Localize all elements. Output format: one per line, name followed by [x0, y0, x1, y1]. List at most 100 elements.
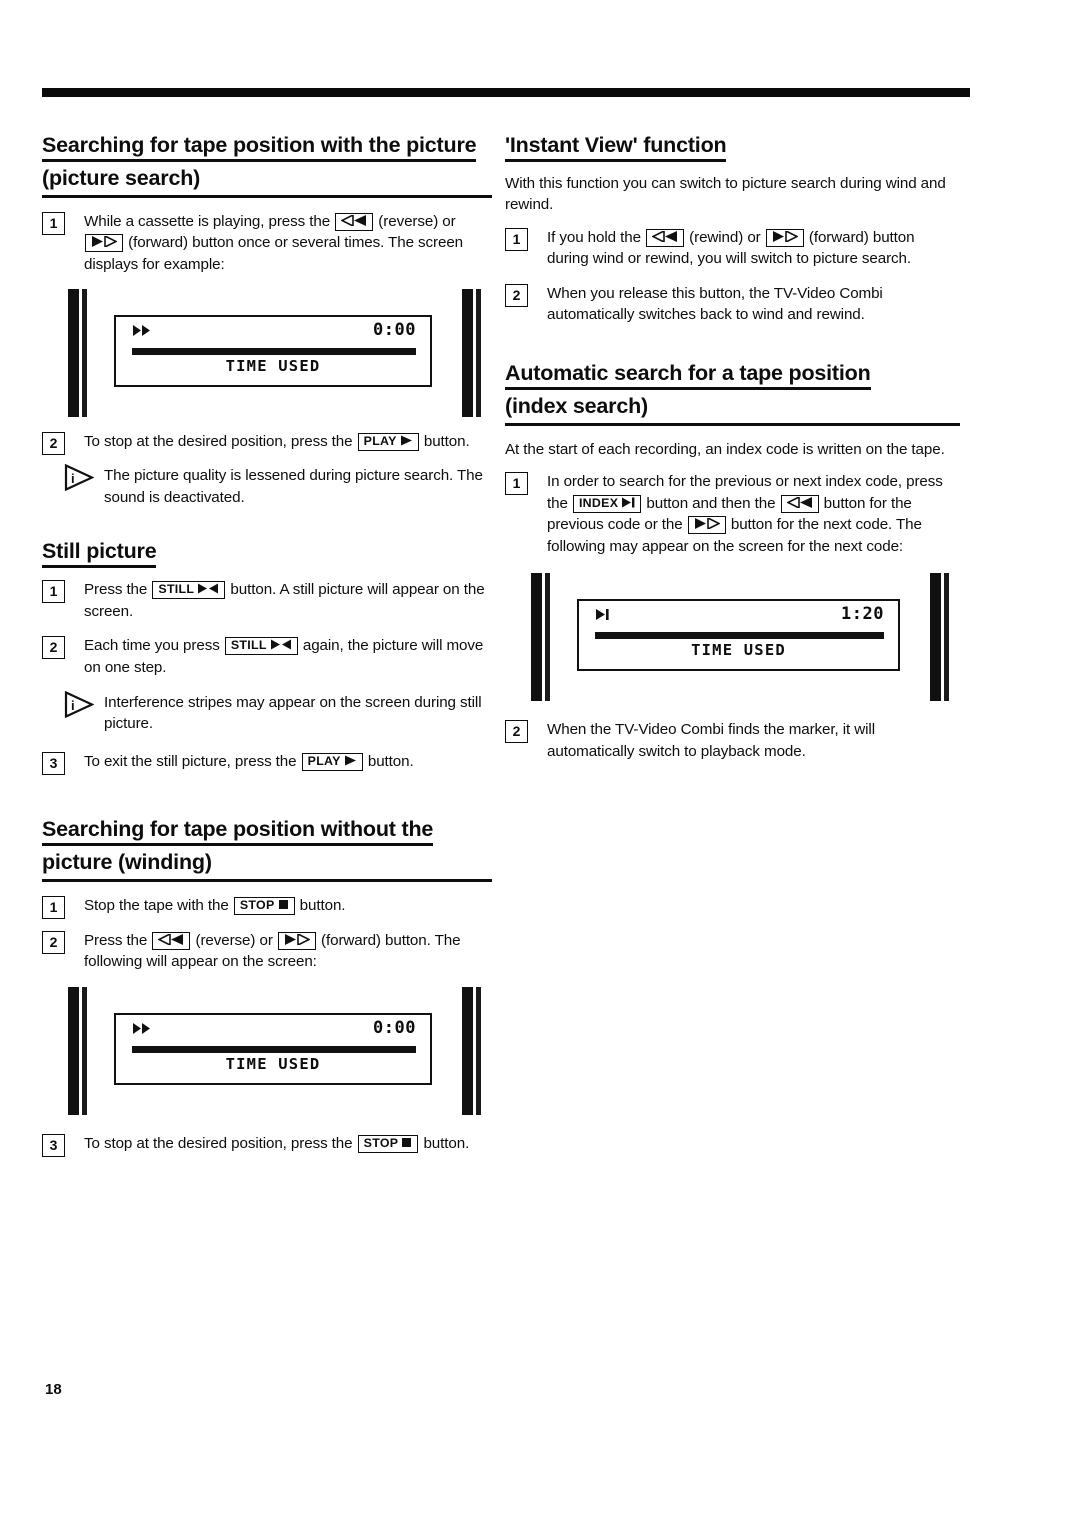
- step-text-fragment: (rewind) or: [685, 228, 765, 246]
- screen-edge-left: [68, 986, 90, 1115]
- step-item: 2 Press the (reverse) or (forward) butto…: [42, 930, 492, 973]
- key-label: PLAY: [307, 753, 341, 768]
- key-label: STOP: [239, 898, 275, 913]
- step-text: If you hold the (rewind) or (forward) bu…: [547, 227, 960, 270]
- step-text-fragment: (reverse) or: [374, 212, 456, 230]
- step-text-fragment: While a cassette is playing, press the: [84, 212, 335, 230]
- key-play[interactable]: PLAY: [357, 432, 419, 451]
- fast-forward-icon: [132, 324, 152, 342]
- svg-text:i: i: [71, 471, 75, 486]
- step-text-fragment: To exit the still picture, press the: [84, 752, 301, 770]
- heading-line-2: (picture search): [42, 165, 492, 198]
- step-text-fragment: To stop at the desired position, press t…: [84, 1134, 357, 1152]
- screen-edge-right: [930, 573, 952, 702]
- osd-display: 0:00 TIME USED: [114, 314, 432, 387]
- step-text-fragment: Press the: [84, 581, 152, 599]
- step-item: 2 When the TV-Video Combi finds the mark…: [505, 719, 960, 762]
- screen-edge-left: [68, 288, 90, 417]
- step-text: When you release this button, the TV-Vid…: [547, 284, 883, 324]
- key-play[interactable]: PLAY: [301, 752, 363, 771]
- osd-display: 1:20 TIME USED: [577, 599, 900, 672]
- key-label: INDEX: [578, 495, 619, 510]
- osd-progress-bar: [132, 1045, 416, 1053]
- step-number: 1: [42, 211, 65, 235]
- right-column: 'Instant View' function With this functi…: [505, 132, 960, 775]
- osd-progress-bar: [132, 347, 416, 355]
- step-item: 2 Each time you press STILL again, the p…: [42, 635, 492, 678]
- step-text-fragment: button.: [363, 752, 414, 770]
- heading-line-2: (index search): [505, 393, 960, 426]
- step-text-fragment: Each time you press: [84, 637, 224, 655]
- intro-paragraph: With this function you can switch to pic…: [505, 174, 946, 214]
- step-number: 3: [42, 1133, 65, 1157]
- key-forward[interactable]: [687, 516, 726, 535]
- step-text: Press the STILL button. A still picture …: [84, 579, 492, 622]
- play-to-marker-icon: [595, 608, 611, 626]
- key-index[interactable]: INDEX: [572, 494, 642, 513]
- step-text-fragment: (reverse) or: [191, 931, 277, 949]
- screen-edge-right: [462, 986, 484, 1115]
- key-label: PLAY: [363, 433, 397, 448]
- step-item: 1 In order to search for the previous or…: [505, 471, 960, 557]
- heading-still-picture: Still picture: [42, 538, 492, 569]
- key-forward[interactable]: [85, 234, 123, 253]
- key-forward[interactable]: [765, 228, 804, 247]
- step-item: 3 To stop at the desired position, press…: [42, 1133, 492, 1157]
- tv-screen-illustration-1: 0:00 TIME USED: [42, 288, 492, 421]
- tv-screen-illustration-3: 1:20 TIME USED: [505, 573, 960, 705]
- step-text-fragment: To stop at the desired position, press t…: [84, 432, 357, 450]
- key-still[interactable]: STILL: [152, 581, 226, 600]
- step-number: 3: [42, 751, 65, 775]
- key-label: STILL: [230, 638, 267, 653]
- osd-label: TIME USED: [225, 356, 321, 375]
- heading-index-search: Automatic search for a tape position (in…: [505, 360, 960, 426]
- step-number: 1: [505, 471, 528, 495]
- step-number: 1: [42, 580, 65, 604]
- key-stop[interactable]: STOP: [357, 1134, 419, 1153]
- intro-paragraph: At the start of each recording, an index…: [505, 440, 945, 458]
- step-text-fragment: button.: [419, 432, 470, 450]
- step-number: 1: [42, 896, 65, 920]
- step-item: 1 If you hold the (rewind) or (forward) …: [505, 227, 960, 270]
- fast-forward-icon: [132, 1022, 152, 1040]
- key-rewind[interactable]: [646, 228, 685, 247]
- key-reverse[interactable]: [152, 931, 191, 950]
- step-number: 2: [42, 431, 65, 455]
- step-text-fragment: Stop the tape with the: [84, 897, 233, 915]
- svg-text:i: i: [71, 698, 75, 713]
- header-divider: [42, 88, 970, 97]
- heading-line-1: 'Instant View' function: [505, 133, 727, 162]
- step-number: 2: [505, 720, 528, 744]
- osd-time: 1:20: [841, 604, 884, 625]
- osd-display: 0:00 TIME USED: [114, 1012, 432, 1085]
- tv-screen-illustration-2: 0:00 TIME USED: [42, 986, 492, 1119]
- step-text: Press the (reverse) or (forward) button.…: [84, 930, 492, 973]
- osd-label: TIME USED: [691, 641, 786, 660]
- screen-edge-left: [531, 573, 553, 702]
- step-text: When the TV-Video Combi finds the marker…: [547, 721, 875, 760]
- info-note: i Interference stripes may appear on the…: [42, 690, 492, 735]
- step-text-fragment: (forward) button once or several times. …: [84, 234, 464, 274]
- info-note-text: Interference stripes may appear on the s…: [104, 693, 482, 733]
- step-text: In order to search for the previous or n…: [547, 471, 960, 557]
- step-text: To stop at the desired position, press t…: [84, 1133, 492, 1155]
- step-number: 2: [42, 636, 65, 660]
- info-triangle-icon: i: [64, 463, 95, 492]
- key-reverse[interactable]: [780, 494, 819, 513]
- key-still[interactable]: STILL: [224, 637, 298, 656]
- heading-line-1: Automatic search for a tape position: [505, 360, 871, 390]
- page-number: 18: [45, 1381, 62, 1398]
- step-text: Each time you press STILL again, the pic…: [84, 635, 492, 678]
- step-number: 2: [505, 283, 528, 307]
- step-text: To exit the still picture, press the PLA…: [84, 751, 492, 773]
- osd-time: 0:00: [373, 1017, 416, 1038]
- key-reverse[interactable]: [335, 212, 374, 231]
- step-item: 2 When you release this button, the TV-V…: [505, 283, 960, 326]
- step-item: 1 While a cassette is playing, press the…: [42, 211, 492, 276]
- info-note-text: The picture quality is lessened during p…: [104, 467, 483, 506]
- left-column: Searching for tape position with the pic…: [42, 132, 492, 1168]
- key-forward[interactable]: [277, 931, 316, 950]
- heading-line-2: picture (winding): [42, 849, 492, 883]
- key-stop[interactable]: STOP: [233, 897, 295, 916]
- step-text-fragment: button and then the: [642, 494, 780, 512]
